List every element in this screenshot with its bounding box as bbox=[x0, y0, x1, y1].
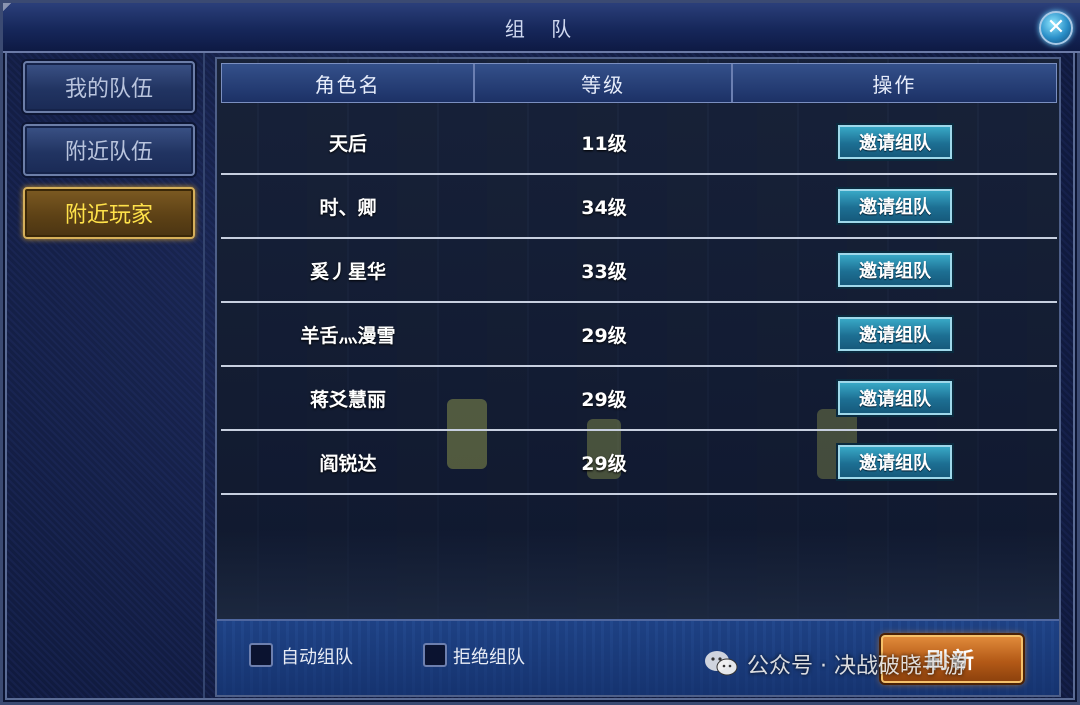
invite-button[interactable]: 邀请组队 bbox=[838, 445, 952, 479]
table-row: 羊舌灬漫雪 29级 邀请组队 bbox=[221, 303, 1057, 367]
player-name: 时、卿 bbox=[319, 196, 377, 219]
invite-button[interactable]: 邀请组队 bbox=[838, 125, 952, 159]
player-level: 29级 bbox=[581, 324, 627, 347]
tab-nearby-teams[interactable]: 附近队伍 bbox=[23, 124, 195, 176]
scene-floor bbox=[217, 529, 1059, 619]
player-level: 11级 bbox=[581, 132, 627, 155]
header-name: 角色名 bbox=[222, 64, 476, 102]
reject-team-checkbox[interactable] bbox=[423, 643, 447, 667]
player-level: 29级 bbox=[581, 388, 627, 411]
player-name: 蒋爻慧丽 bbox=[309, 388, 386, 411]
sidebar: 我的队伍 附近队伍 附近玩家 bbox=[13, 53, 205, 698]
close-icon[interactable]: ✕ bbox=[1039, 11, 1073, 45]
header-level: 等级 bbox=[475, 64, 733, 102]
invite-button[interactable]: 邀请组队 bbox=[838, 189, 952, 223]
tab-nearby-players[interactable]: 附近玩家 bbox=[23, 187, 195, 239]
table-row: 蒋爻慧丽 29级 邀请组队 bbox=[221, 367, 1057, 431]
watermark: 公众号 · 决战破晓手游 bbox=[703, 645, 966, 683]
table-row: 时、卿 34级 邀请组队 bbox=[221, 175, 1057, 239]
window-title: 组 队 bbox=[504, 17, 582, 41]
title-bar: 组 队 ✕ bbox=[3, 3, 1080, 53]
tab-my-team[interactable]: 我的队伍 bbox=[23, 61, 195, 113]
invite-button[interactable]: 邀请组队 bbox=[838, 317, 952, 351]
auto-team-checkbox[interactable] bbox=[249, 643, 273, 667]
player-level: 29级 bbox=[581, 452, 627, 475]
table-row: 奚丿星华 33级 邀请组队 bbox=[221, 239, 1057, 303]
invite-button[interactable]: 邀请组队 bbox=[838, 381, 952, 415]
watermark-text: 公众号 · 决战破晓手游 bbox=[747, 654, 966, 679]
reject-team-label: 拒绝组队 bbox=[453, 647, 525, 668]
wechat-icon bbox=[703, 649, 739, 679]
player-name: 天后 bbox=[328, 132, 367, 155]
invite-button[interactable]: 邀请组队 bbox=[838, 253, 952, 287]
player-name: 羊舌灬漫雪 bbox=[300, 324, 396, 347]
team-window: 组 队 ✕ 我的队伍 附近队伍 附近玩家 角色名 等级 操作 天后 11级 邀请… bbox=[0, 0, 1080, 705]
auto-team-label: 自动组队 bbox=[281, 647, 353, 668]
table-row: 阎锐达 29级 邀请组队 bbox=[221, 431, 1057, 495]
player-name: 阎锐达 bbox=[319, 452, 377, 475]
player-level: 34级 bbox=[581, 196, 627, 219]
table-row: 天后 11级 邀请组队 bbox=[221, 111, 1057, 175]
header-action: 操作 bbox=[872, 72, 917, 97]
table-header: 角色名 等级 操作 bbox=[221, 63, 1057, 103]
player-list-panel: 角色名 等级 操作 天后 11级 邀请组队 时、卿 34级 邀请组队 奚丿星华 … bbox=[215, 57, 1061, 697]
player-level: 33级 bbox=[581, 260, 627, 283]
player-name: 奚丿星华 bbox=[309, 260, 386, 283]
